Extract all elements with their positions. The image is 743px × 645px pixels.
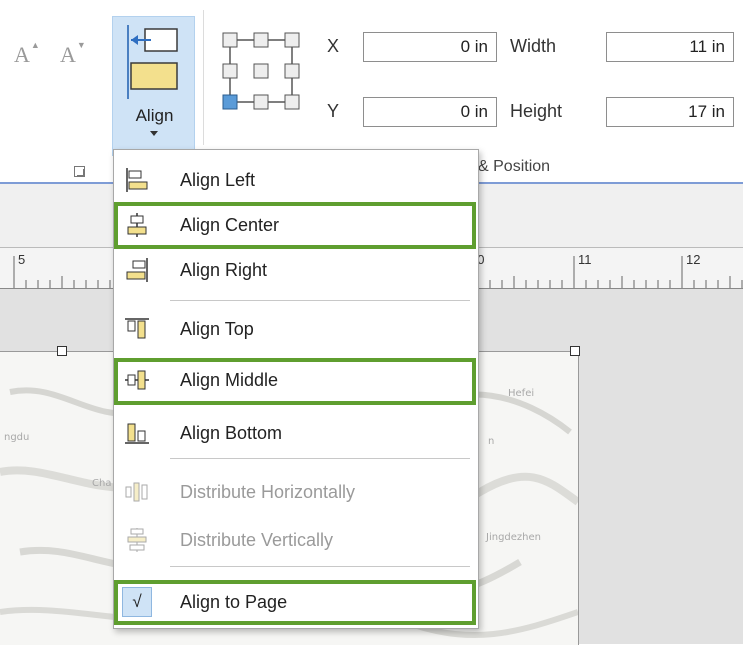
align-top-icon bbox=[125, 318, 149, 339]
menu-separator bbox=[170, 300, 470, 301]
menu-item-label: Align Right bbox=[180, 260, 268, 280]
ruler-label: 5 bbox=[18, 252, 26, 267]
ruler-label: 12 bbox=[686, 252, 701, 267]
selection-handle[interactable] bbox=[570, 346, 580, 356]
menu-item-label: Distribute Vertically bbox=[180, 530, 334, 550]
align-left-icon bbox=[126, 168, 148, 192]
map-label: Jingdezhen bbox=[486, 532, 541, 543]
increase-font-size-icon[interactable]: A▲ bbox=[14, 40, 40, 68]
align-dropdown-menu: Align Left Align Center Align Right Alig… bbox=[113, 149, 479, 629]
y-position-field[interactable]: 0 in bbox=[363, 97, 497, 127]
menu-item-align-top[interactable]: Align Top bbox=[114, 307, 478, 351]
highlight-box-align-to-page bbox=[114, 580, 476, 625]
size-position-group-label: & Position bbox=[478, 158, 551, 175]
menu-item-distribute-vertically[interactable]: Distribute Vertically bbox=[114, 518, 478, 562]
map-label: ngdu bbox=[4, 432, 30, 443]
align-bottom-icon bbox=[125, 423, 149, 444]
ribbon-separator bbox=[203, 10, 204, 145]
align-icon bbox=[127, 25, 178, 99]
distribute-vertically-icon bbox=[127, 528, 147, 552]
menu-item-label: Align Top bbox=[180, 319, 254, 339]
menu-item-distribute-horizontally[interactable]: Distribute Horizontally bbox=[114, 470, 478, 514]
width-label: Width bbox=[510, 36, 557, 56]
map-label: Cha bbox=[92, 478, 112, 489]
align-button-label: Align bbox=[135, 106, 174, 125]
distribute-horizontally-icon bbox=[125, 482, 148, 502]
menu-item-label: Distribute Horizontally bbox=[180, 482, 356, 502]
height-label: Height bbox=[510, 101, 563, 121]
width-field[interactable]: 11 in bbox=[606, 32, 734, 62]
highlight-box-align-middle bbox=[114, 358, 476, 405]
align-right-icon bbox=[126, 258, 148, 282]
x-label: X bbox=[327, 36, 340, 56]
ruler-label: 11 bbox=[578, 252, 592, 267]
map-label: n bbox=[488, 436, 495, 447]
menu-separator bbox=[170, 566, 470, 567]
y-label: Y bbox=[327, 101, 340, 121]
dialog-launcher-icon[interactable] bbox=[74, 166, 85, 177]
anchor-point-icon[interactable] bbox=[216, 26, 306, 116]
menu-item-align-left[interactable]: Align Left bbox=[114, 158, 478, 202]
menu-item-align-right[interactable]: Align Right bbox=[114, 248, 478, 292]
selection-handle[interactable] bbox=[57, 346, 67, 356]
x-position-field[interactable]: 0 in bbox=[363, 32, 497, 62]
menu-item-label: Align Left bbox=[180, 170, 256, 190]
decrease-font-size-icon[interactable]: A▼ bbox=[60, 40, 86, 68]
chevron-down-icon bbox=[150, 131, 158, 136]
menu-item-label: Align Bottom bbox=[180, 423, 283, 443]
align-dropdown-button[interactable]: Align bbox=[112, 16, 195, 156]
map-label: Hefei bbox=[508, 388, 535, 399]
height-field[interactable]: 17 in bbox=[606, 97, 734, 127]
menu-separator bbox=[170, 458, 470, 459]
menu-item-align-bottom[interactable]: Align Bottom bbox=[114, 411, 478, 455]
highlight-box-align-center bbox=[114, 202, 476, 249]
